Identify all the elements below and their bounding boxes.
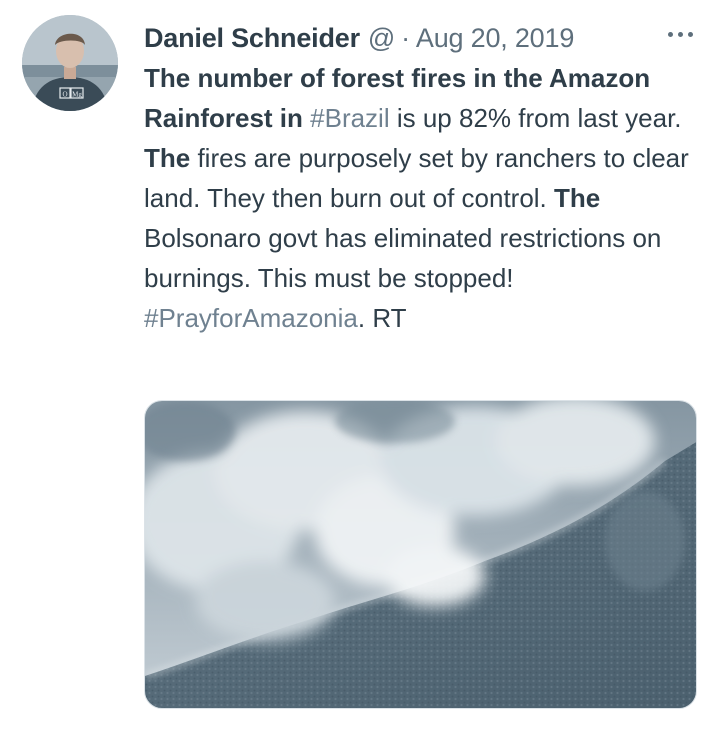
ellipsis-icon-dot xyxy=(677,31,683,37)
forest-fire-photo xyxy=(145,401,696,708)
author-handle[interactable]: @ xyxy=(368,23,395,54)
hashtag-brazil-link[interactable]: #Brazil xyxy=(310,103,389,133)
header-separator: · xyxy=(401,22,410,53)
tweet-card: O Mg Daniel Schneider @ · Aug 20, 2019 T… xyxy=(0,0,718,730)
tweet-text-segment: . RT xyxy=(357,303,407,333)
tweet-text-segment: The xyxy=(144,143,191,173)
ellipsis-icon xyxy=(667,31,673,37)
author-name[interactable]: Daniel Schneider xyxy=(144,23,360,54)
tweet-date[interactable]: Aug 20, 2019 xyxy=(416,23,574,54)
tweet-media-image[interactable] xyxy=(144,400,697,709)
avatar-photo: O Mg xyxy=(22,15,118,111)
tweet-text-segment: The xyxy=(554,183,601,213)
tweet-header: Daniel Schneider @ · Aug 20, 2019 xyxy=(144,18,574,58)
more-options-button[interactable] xyxy=(660,20,700,48)
avatar-shirt-text-left: O xyxy=(62,91,67,99)
ellipsis-icon-dot xyxy=(687,31,693,37)
tweet-text-segment: is up 82% from last year. xyxy=(389,103,682,133)
tweet-text-segment: Bolsonaro govt has eliminated restrictio… xyxy=(144,223,662,293)
avatar[interactable]: O Mg xyxy=(22,15,118,111)
tweet-text-segment: fires are purposely set by ranchers to c… xyxy=(144,143,689,213)
tweet-text: The number of forest fires in the Amazon… xyxy=(144,58,704,338)
hashtag-prayforamazonia-link[interactable]: #PrayforAmazonia xyxy=(144,303,358,333)
avatar-shirt-text-right: Mg xyxy=(72,91,82,99)
